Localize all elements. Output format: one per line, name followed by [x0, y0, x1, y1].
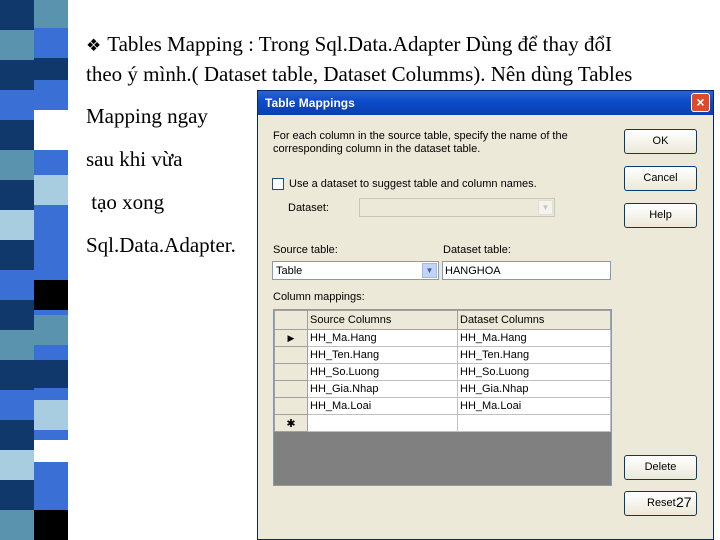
row-selector[interactable] — [274, 363, 308, 381]
cancel-button[interactable]: Cancel — [624, 166, 697, 191]
page-number: 27 — [676, 494, 692, 510]
stripe-block — [0, 510, 34, 540]
slide-line-6: Sql.Data.Adapter. — [86, 233, 236, 257]
dataset-table-value: HANGHOA — [445, 265, 501, 277]
dataset-table-input[interactable]: HANGHOA — [442, 261, 611, 280]
stripe-block — [34, 360, 68, 388]
dataset-column-cell[interactable]: HH_Gia.Nhap — [457, 380, 611, 398]
new-source-cell[interactable] — [307, 414, 458, 432]
row-header-corner — [274, 310, 308, 330]
use-dataset-label: Use a dataset to suggest table and colum… — [289, 178, 537, 190]
instructions-line-1: For each column in the source table, spe… — [273, 130, 568, 142]
instructions-line-2: corresponding column in the dataset tabl… — [273, 143, 481, 155]
table-row[interactable]: HH_So.Luong HH_So.Luong — [274, 363, 611, 381]
column-mappings-table: Source Columns Dataset Columns ▶ HH_Ma.H… — [274, 310, 611, 432]
column-header-dataset[interactable]: Dataset Columns — [457, 310, 611, 330]
row-selector[interactable] — [274, 380, 308, 398]
table-row[interactable]: HH_Ten.Hang HH_Ten.Hang — [274, 346, 611, 364]
column-header-source[interactable]: Source Columns — [307, 310, 458, 330]
table-row[interactable]: HH_Gia.Nhap HH_Gia.Nhap — [274, 380, 611, 398]
stripe-block — [0, 390, 34, 420]
source-column-cell[interactable]: HH_Ma.Hang — [307, 329, 458, 347]
dataset-column-cell[interactable]: HH_Ma.Hang — [457, 329, 611, 347]
table-row[interactable]: ▶ HH_Ma.Hang HH_Ma.Hang — [274, 329, 611, 347]
chevron-down-icon: ▼ — [538, 200, 553, 215]
stripe-block — [34, 0, 68, 28]
close-icon: × — [696, 94, 705, 110]
row-selector[interactable] — [274, 397, 308, 415]
grid-header-row: Source Columns Dataset Columns — [274, 310, 611, 330]
new-dataset-cell[interactable] — [457, 414, 611, 432]
current-row-icon[interactable]: ▶ — [274, 329, 308, 347]
slide-line-2: theo ý mình.( Dataset table, Dataset Col… — [86, 62, 633, 86]
use-dataset-checkbox[interactable] — [272, 178, 284, 190]
dataset-column-cell[interactable]: HH_Ma.Loai — [457, 397, 611, 415]
stripe-block — [34, 440, 68, 462]
slide-line-1: ❖ Tables Mapping : Trong Sql.Data.Adapter… — [86, 32, 613, 56]
slide-line-4: sau khi vừa — [86, 147, 183, 171]
close-button[interactable]: × — [691, 93, 710, 112]
ok-button[interactable]: OK — [624, 129, 697, 154]
stripe-block — [34, 315, 68, 345]
source-column-cell[interactable]: HH_So.Luong — [307, 363, 458, 381]
source-column-cell[interactable]: HH_Ten.Hang — [307, 346, 458, 364]
stripe-block — [34, 400, 68, 430]
row-selector[interactable] — [274, 346, 308, 364]
dataset-column-cell[interactable]: HH_So.Luong — [457, 363, 611, 381]
column-mappings-label: Column mappings: — [273, 291, 365, 303]
dataset-label: Dataset: — [288, 202, 329, 214]
column-mappings-grid[interactable]: Source Columns Dataset Columns ▶ HH_Ma.H… — [273, 309, 612, 486]
diamond-bullet-icon: ❖ — [86, 36, 102, 55]
dataset-column-cell[interactable]: HH_Ten.Hang — [457, 346, 611, 364]
stripe-block — [34, 225, 68, 247]
stripe-block — [0, 150, 34, 180]
stripe-block — [34, 510, 68, 540]
source-column-cell[interactable]: HH_Gia.Nhap — [307, 380, 458, 398]
stripe-block — [0, 450, 34, 480]
delete-button[interactable]: Delete — [624, 455, 697, 480]
stripe-block — [0, 270, 34, 300]
dataset-table-label: Dataset table: — [443, 244, 511, 256]
source-table-value: Table — [276, 265, 303, 277]
stripe-block — [0, 90, 34, 120]
stripe-block — [0, 330, 34, 360]
dialog-title: Table Mappings — [265, 96, 355, 110]
slide-line-3: Mapping ngay — [86, 104, 208, 128]
table-row[interactable]: HH_Ma.Loai HH_Ma.Loai — [274, 397, 611, 415]
decorative-stripe — [0, 0, 68, 540]
source-column-cell[interactable]: HH_Ma.Loai — [307, 397, 458, 415]
table-mappings-dialog: Table Mappings × For each column in the … — [257, 90, 714, 540]
stripe-block — [34, 470, 68, 500]
stripe-block — [0, 30, 34, 60]
dataset-combobox[interactable]: ▼ — [359, 198, 555, 217]
stripe-block — [34, 280, 68, 310]
slide-line-5: tạo xong — [86, 190, 165, 214]
stripe-block — [34, 175, 68, 205]
stripe-block — [0, 210, 34, 240]
help-button[interactable]: Help — [624, 203, 697, 228]
chevron-down-icon: ▼ — [422, 263, 437, 278]
new-row-icon[interactable]: ✱ — [274, 414, 308, 432]
stripe-block — [34, 110, 68, 150]
source-table-label: Source table: — [273, 244, 338, 256]
stripe-block — [34, 58, 68, 80]
new-row[interactable]: ✱ — [274, 414, 611, 432]
dialog-titlebar[interactable]: Table Mappings × — [258, 91, 713, 115]
source-table-combobox[interactable]: Table ▼ — [272, 261, 439, 280]
